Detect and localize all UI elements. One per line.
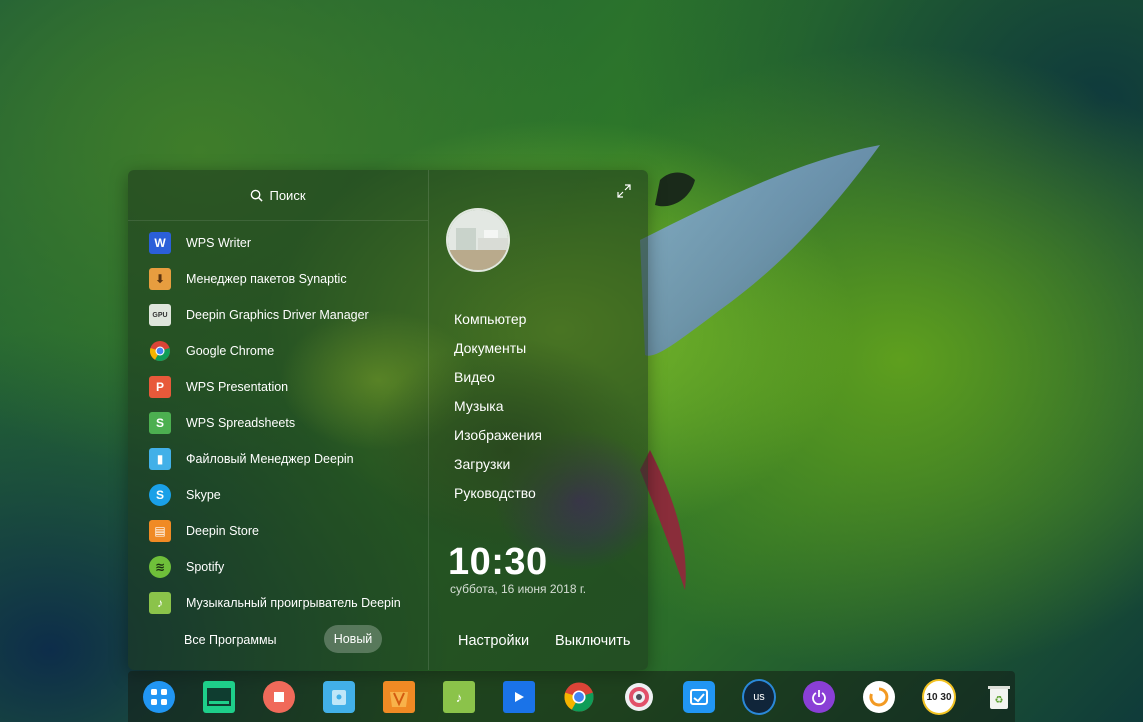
list-item[interactable]: S WPS Spreadsheets	[128, 405, 428, 441]
power-icon	[803, 681, 835, 713]
wps-presentation-icon: P	[149, 376, 171, 398]
trash-icon: ♻	[983, 681, 1015, 713]
list-item[interactable]: ▤ Deepin Store	[128, 513, 428, 549]
list-item[interactable]: W WPS Writer	[128, 225, 428, 261]
hummingbird-tail	[640, 450, 686, 590]
launcher-window: Поиск W WPS Writer ⬇ Менеджер пакетов Sy…	[128, 170, 648, 670]
skype-icon: S	[149, 484, 171, 506]
list-item[interactable]: ⬇ Менеджер пакетов Synaptic	[128, 261, 428, 297]
svg-text:♻: ♻	[995, 695, 1004, 706]
list-item[interactable]: ≋ Spotify	[128, 549, 428, 585]
app-list-pane: Поиск W WPS Writer ⬇ Менеджер пакетов Sy…	[128, 170, 428, 670]
list-item[interactable]: Google Chrome	[128, 333, 428, 369]
deepin-store-icon	[383, 681, 415, 713]
chrome-icon	[563, 681, 595, 713]
dock-item-movie[interactable]	[502, 680, 536, 714]
synaptic-icon: ⬇	[149, 268, 171, 290]
dock-item-clock[interactable]: 10 30	[922, 679, 956, 715]
search-icon	[251, 189, 264, 202]
app-label: Deepin Graphics Driver Manager	[186, 308, 369, 322]
screen-recorder-icon	[263, 681, 295, 713]
dock-item-screen-recorder[interactable]	[262, 680, 296, 714]
app-label: Музыкальный проигрыватель Deepin	[186, 596, 401, 610]
dock-item-sync[interactable]	[862, 680, 896, 714]
folder-manual[interactable]: Руководство	[454, 478, 542, 507]
dock-item-launcher[interactable]	[142, 680, 176, 714]
folder-music[interactable]: Музыка	[454, 391, 542, 420]
app-label: WPS Writer	[186, 236, 252, 250]
dock-item-control-center[interactable]	[622, 680, 656, 714]
deepin-store-icon: ▤	[149, 520, 171, 542]
clock-time: 10:30	[448, 541, 548, 583]
app-list: W WPS Writer ⬇ Менеджер пакетов Synaptic…	[128, 225, 428, 621]
app-label: Google Chrome	[186, 344, 275, 358]
movie-icon	[503, 681, 535, 713]
dock-item-terminal[interactable]	[202, 680, 236, 714]
dock-item-music-player[interactable]: ♪	[442, 680, 476, 714]
search-box[interactable]: Поиск	[128, 170, 428, 221]
app-label: Менеджер пакетов Synaptic	[186, 272, 347, 286]
fullscreen-toggle-icon[interactable]	[617, 184, 631, 198]
terminal-icon	[203, 681, 235, 713]
folder-computer[interactable]: Компьютер	[454, 304, 542, 333]
new-apps-button[interactable]: Новый	[324, 625, 382, 653]
app-label: Spotify	[186, 560, 225, 574]
chrome-icon	[149, 340, 171, 362]
app-label: WPS Spreadsheets	[186, 416, 296, 430]
dock: ♪ us 10 30 ♻	[128, 671, 1015, 722]
clock-icon: 10 30	[922, 679, 956, 715]
dock-item-deepin-store[interactable]	[382, 680, 416, 714]
list-item[interactable]: GPU Deepin Graphics Driver Manager	[128, 297, 428, 333]
app-label: WPS Presentation	[186, 380, 289, 394]
dock-item-chrome[interactable]	[562, 680, 596, 714]
dock-item-keyboard-layout[interactable]: us	[742, 679, 776, 715]
gpu-driver-icon: GPU	[149, 304, 171, 326]
keyboard-layout-icon: us	[742, 679, 776, 715]
category-bar: Все Программы Новый	[128, 624, 428, 656]
spotify-icon: ≋	[149, 556, 171, 578]
app-label: Файловый Менеджер Deepin	[186, 452, 354, 466]
dock-item-trash[interactable]: ♻	[982, 680, 1016, 714]
dock-item-power[interactable]	[802, 680, 836, 714]
folder-pictures[interactable]: Изображения	[454, 420, 542, 449]
poweroff-button[interactable]: Выключить	[555, 633, 630, 649]
wps-spreadsheets-icon: S	[149, 412, 171, 434]
list-item[interactable]: ♪ Музыкальный проигрыватель Deepin	[128, 585, 428, 621]
wps-writer-icon: W	[149, 232, 171, 254]
list-item[interactable]: S Skype	[128, 477, 428, 513]
folder-videos[interactable]: Видео	[454, 362, 542, 391]
music-player-icon: ♪	[149, 592, 171, 614]
right-pane: Компьютер Документы Видео Музыка Изображ…	[429, 170, 648, 670]
file-manager-icon	[323, 681, 355, 713]
dock-item-system-monitor[interactable]	[682, 680, 716, 714]
folder-documents[interactable]: Документы	[454, 333, 542, 362]
app-label: Skype	[186, 488, 221, 502]
all-programs-button[interactable]: Все Программы	[184, 633, 277, 647]
launcher-icon	[143, 681, 175, 713]
app-label: Deepin Store	[186, 524, 259, 538]
search-label: Поиск	[269, 187, 306, 203]
list-item[interactable]: ▮ Файловый Менеджер Deepin	[128, 441, 428, 477]
system-monitor-icon	[683, 681, 715, 713]
control-center-icon	[623, 681, 655, 713]
folder-downloads[interactable]: Загрузки	[454, 449, 542, 478]
clock-date: суббота, 16 июня 2018 г.	[450, 582, 587, 596]
sync-icon	[863, 681, 895, 713]
folder-list: Компьютер Документы Видео Музыка Изображ…	[454, 304, 542, 507]
settings-button[interactable]: Настройки	[458, 633, 529, 649]
dock-item-file-manager[interactable]	[322, 680, 356, 714]
file-manager-icon: ▮	[149, 448, 171, 470]
list-item[interactable]: P WPS Presentation	[128, 369, 428, 405]
music-player-icon: ♪	[443, 681, 475, 713]
avatar[interactable]	[448, 210, 508, 270]
